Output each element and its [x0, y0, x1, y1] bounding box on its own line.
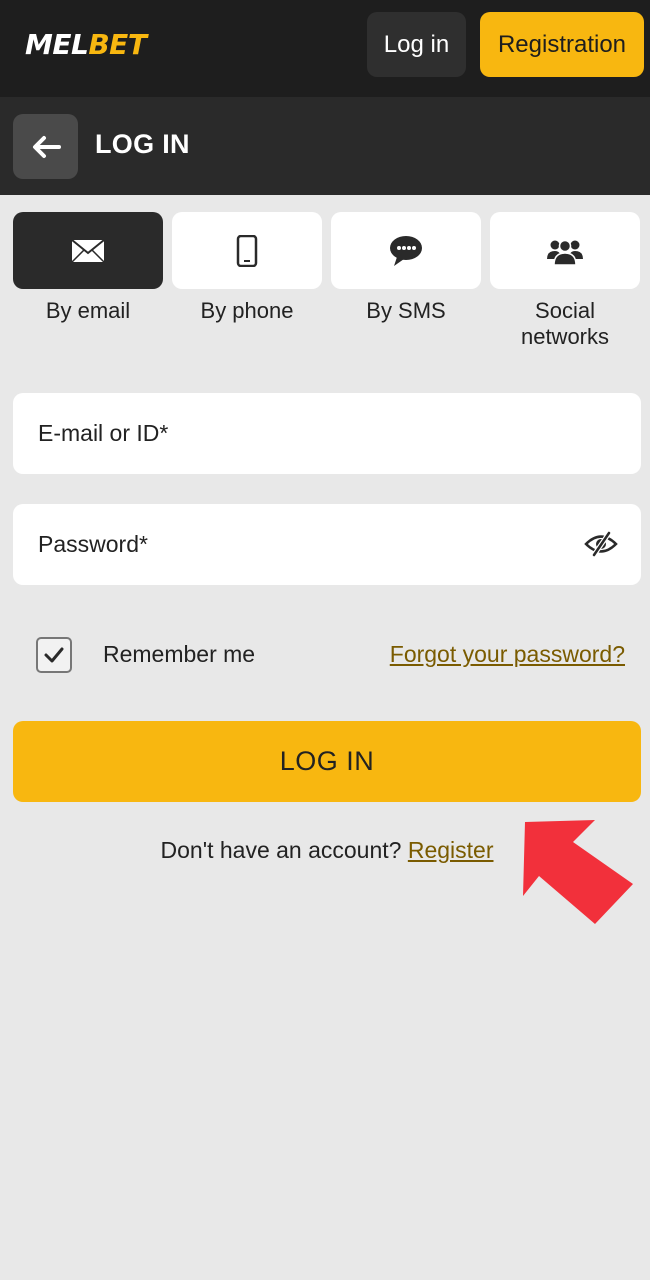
top-header: MELBET Log in Registration	[0, 0, 650, 97]
no-account-text: Don't have an account?	[160, 837, 402, 863]
password-field-placeholder: Password*	[38, 531, 148, 557]
forgot-password-link[interactable]: Forgot your password?	[390, 641, 625, 668]
register-link[interactable]: Register	[408, 837, 494, 863]
login-subheader: LOG IN	[0, 97, 650, 195]
page-title: LOG IN	[95, 129, 190, 159]
users-icon	[547, 239, 583, 265]
tab-by-sms[interactable]	[331, 212, 481, 289]
eye-slash-icon	[584, 531, 618, 557]
tab-label-by-email: By email	[45, 298, 131, 323]
tab-by-email[interactable]	[13, 212, 163, 289]
password-field[interactable]: Password*	[13, 504, 641, 585]
remember-me-label[interactable]: Remember me	[103, 641, 255, 668]
tab-label-by-sms: By SMS	[366, 298, 446, 323]
melbet-logo[interactable]: MELBET	[25, 28, 147, 61]
login-submit-button[interactable]: LOG IN	[13, 721, 641, 802]
email-field[interactable]: E-mail or ID*	[13, 393, 641, 474]
arrow-left-icon	[32, 135, 61, 158]
logo-text-mel: MEL	[25, 28, 89, 61]
logo-text-bet: BET	[88, 28, 147, 61]
tab-by-phone[interactable]	[172, 212, 322, 289]
email-field-placeholder: E-mail or ID*	[38, 420, 169, 446]
toggle-password-visibility-button[interactable]	[583, 528, 619, 560]
back-button[interactable]	[13, 114, 78, 179]
envelope-icon	[71, 238, 105, 263]
remember-me-checkbox[interactable]	[36, 637, 72, 673]
chat-bubble-icon	[390, 235, 422, 266]
header-registration-button[interactable]: Registration	[480, 12, 644, 77]
header-login-button[interactable]: Log in	[367, 12, 466, 77]
checkmark-icon	[44, 647, 64, 663]
tab-social-networks[interactable]	[490, 212, 640, 289]
phone-icon	[236, 234, 258, 267]
tab-label-by-phone: By phone	[200, 298, 294, 323]
tab-label-social-networks: Social networks	[520, 298, 610, 349]
red-arrow-annotation	[523, 820, 633, 924]
